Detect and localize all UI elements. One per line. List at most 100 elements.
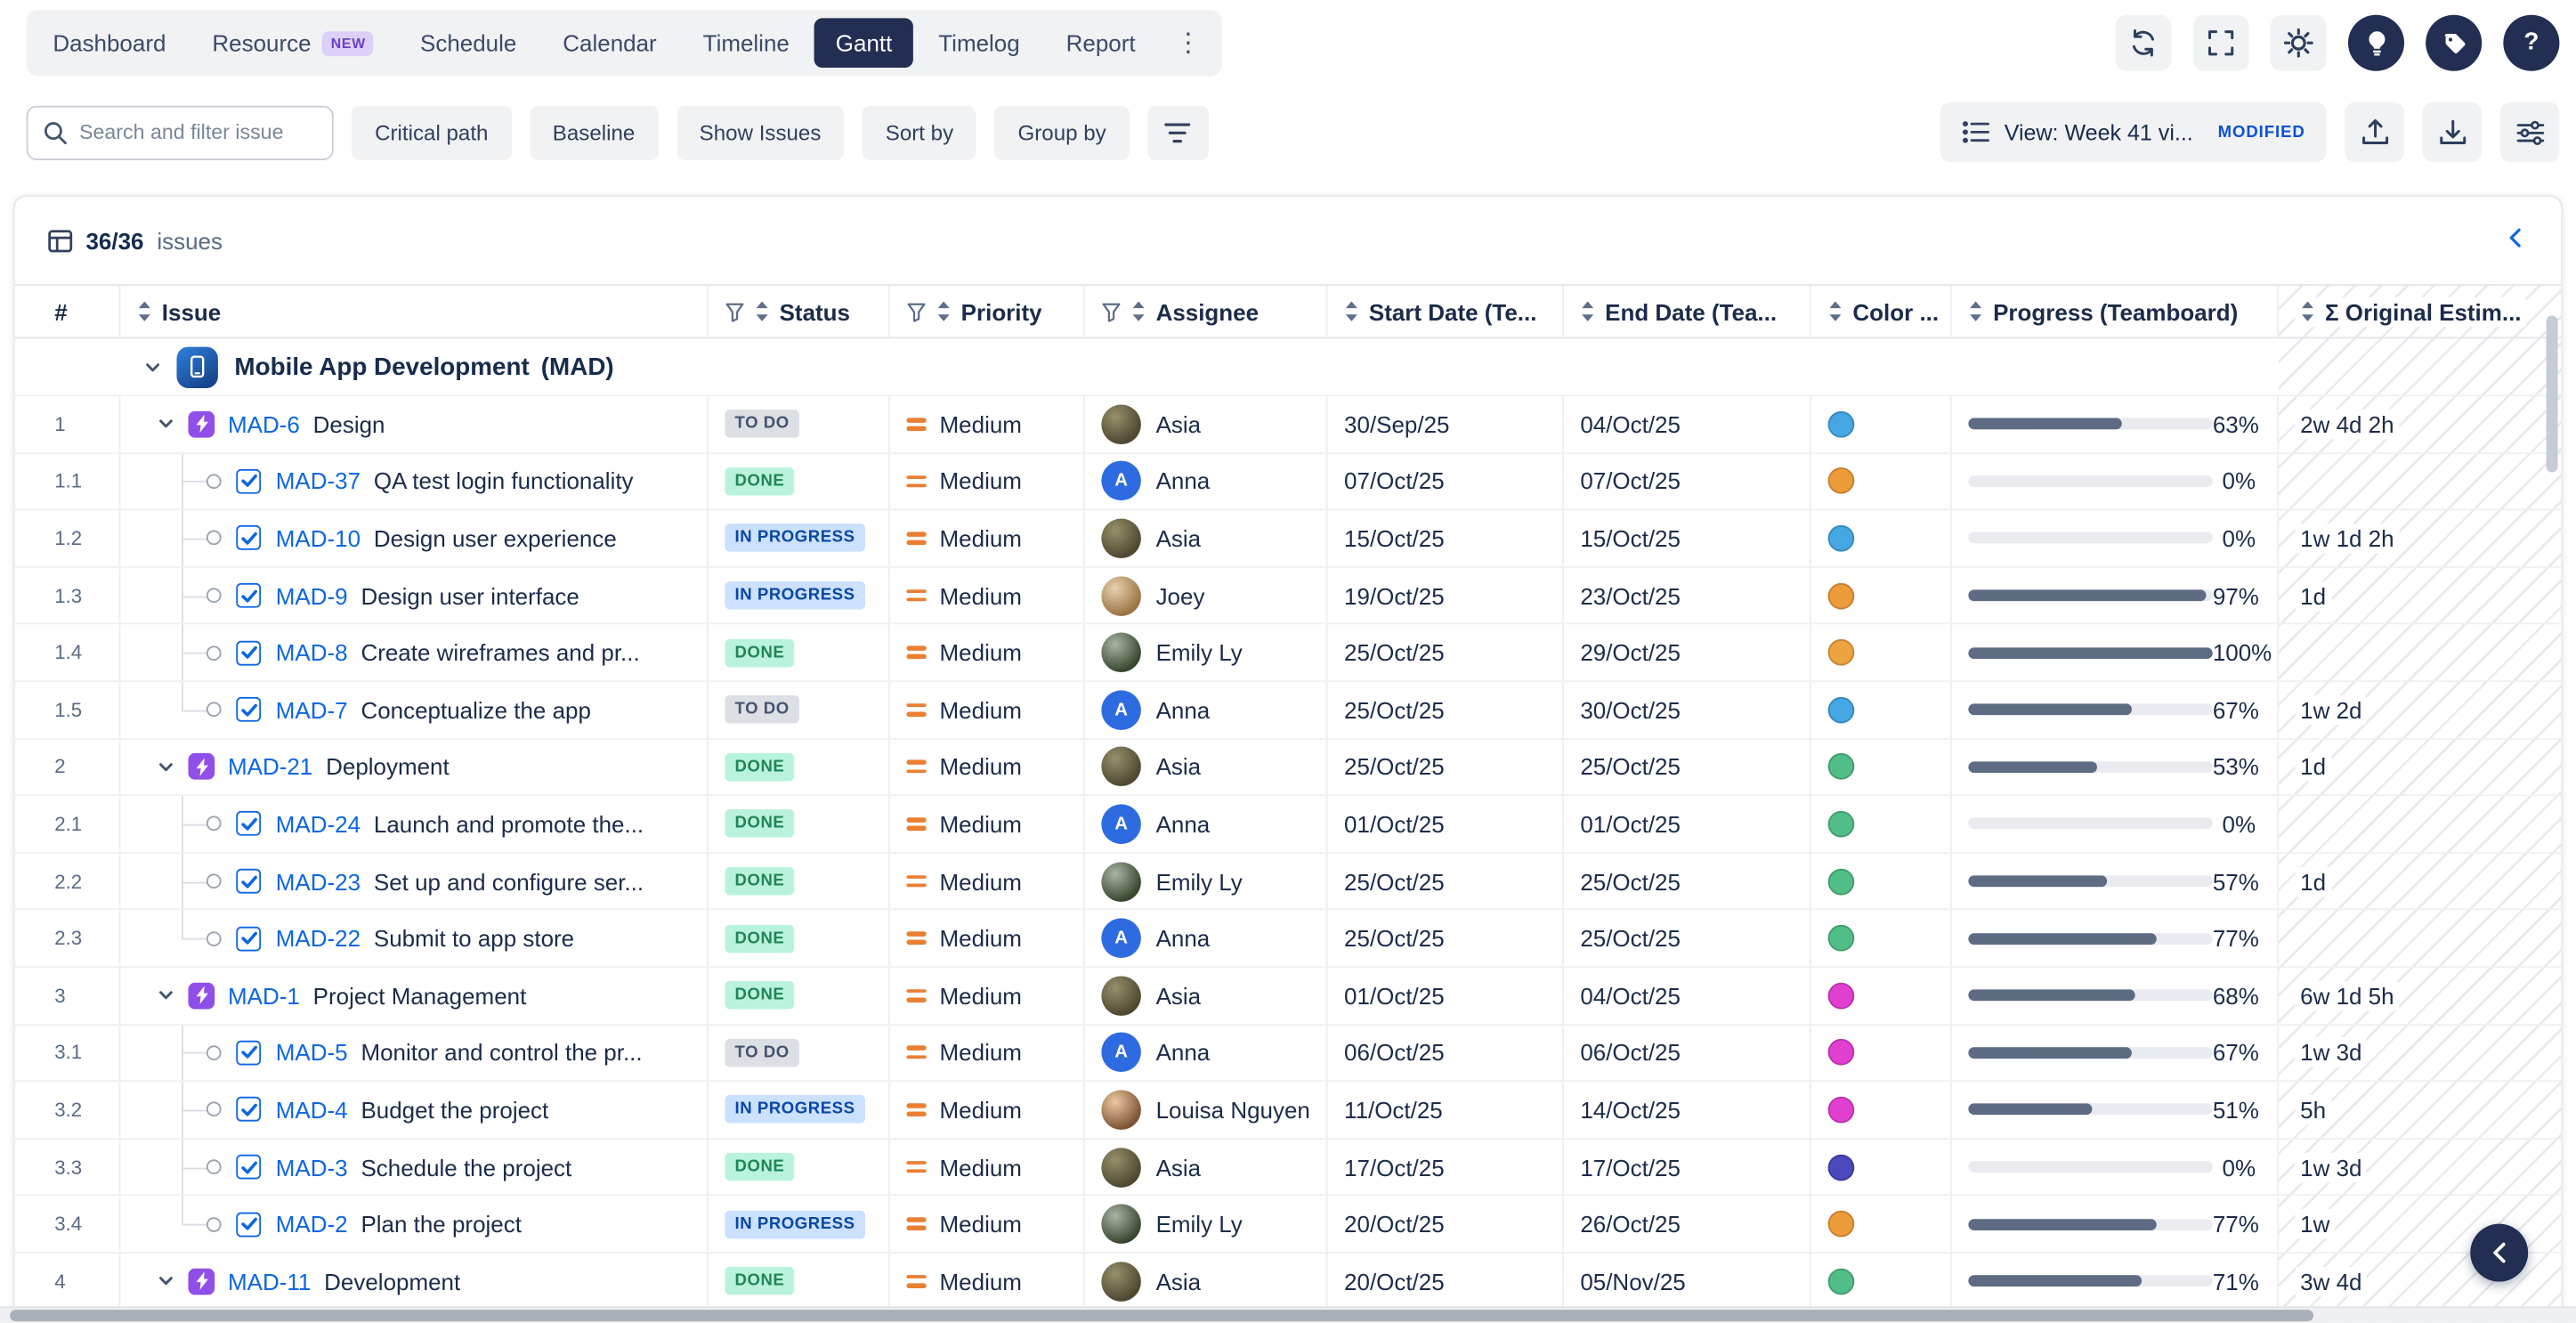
issue-row[interactable]: 1MAD-6DesignTO DOMediumAsia30/Sep/2504/O… [15,396,2562,453]
issue-row[interactable]: 1.5MAD-7Conceptualize the appTO DOMedium… [15,682,2562,739]
color-dot[interactable] [1828,868,1855,895]
color-dot[interactable] [1828,411,1855,438]
group-collapse-chevron-icon[interactable] [143,358,161,376]
issue-row[interactable]: 3.2MAD-4Budget the projectIN PROGRESSMed… [15,1082,2562,1139]
sort-icon[interactable] [1344,301,1359,322]
issue-key-link[interactable]: MAD-2 [276,1211,348,1238]
issue-key-link[interactable]: MAD-10 [276,525,360,552]
filter-button[interactable] [1147,105,1209,159]
expand-chevron-icon[interactable] [157,758,174,775]
nav-tab-gantt[interactable]: Gantt [814,18,914,68]
panel-collapse-button[interactable] [2501,222,2528,260]
vertical-scrollbar-thumb[interactable] [2547,315,2558,472]
issue-key-link[interactable]: MAD-4 [276,1097,348,1124]
color-dot[interactable] [1828,1211,1855,1238]
project-group-row[interactable]: Mobile App Development (MAD) [15,338,2562,396]
sort-icon[interactable] [936,301,952,322]
nav-tab-timeline[interactable]: Timeline [682,18,811,68]
issue-key-link[interactable]: MAD-7 [276,696,348,723]
issue-key-link[interactable]: MAD-24 [276,811,360,838]
search-box[interactable] [27,105,334,159]
sliders-button[interactable] [2500,102,2560,162]
group-by-button[interactable]: Group by [995,105,1130,159]
issue-row[interactable]: 3.1MAD-5Monitor and control the pr...TO … [15,1025,2562,1082]
sort-icon[interactable] [755,301,770,322]
color-dot[interactable] [1828,582,1855,609]
issue-row[interactable]: 3.4MAD-2Plan the projectIN PROGRESSMediu… [15,1197,2562,1254]
critical-path-button[interactable]: Critical path [352,105,511,159]
view-selector-button[interactable]: View: Week 41 vi... MODIFIED [1940,102,2326,162]
nav-tab-calendar[interactable]: Calendar [541,18,678,68]
nav-tab-dashboard[interactable]: Dashboard [31,18,187,68]
tag-button[interactable] [2426,15,2482,71]
issue-key-link[interactable]: MAD-11 [228,1268,311,1295]
horizontal-scrollbar-thumb[interactable] [10,1310,2313,1321]
issue-key-link[interactable]: MAD-21 [228,754,312,781]
color-dot[interactable] [1828,1097,1855,1124]
color-dot[interactable] [1828,1154,1855,1181]
issue-row[interactable]: 1.4MAD-8Create wireframes and pr...DONEM… [15,625,2562,682]
color-dot[interactable] [1828,982,1855,1009]
issue-row[interactable]: 1.2MAD-10Design user experienceIN PROGRE… [15,511,2562,568]
sort-by-button[interactable]: Sort by [863,105,976,159]
color-dot[interactable] [1828,696,1855,723]
issue-row[interactable]: 3MAD-1Project ManagementDONEMediumAsia01… [15,968,2562,1025]
nav-tab-schedule[interactable]: Schedule [399,18,539,68]
nav-tab-report[interactable]: Report [1045,18,1157,68]
expand-chevron-icon[interactable] [157,986,174,1004]
color-dot[interactable] [1828,754,1855,781]
baseline-button[interactable]: Baseline [530,105,658,159]
issue-row[interactable]: 4MAD-11DevelopmentDONEMediumAsia20/Oct/2… [15,1254,2562,1311]
color-dot[interactable] [1828,925,1855,952]
sort-icon[interactable] [2300,301,2315,322]
filter-icon[interactable] [906,302,926,321]
sort-icon[interactable] [1131,301,1146,322]
issue-key-link[interactable]: MAD-3 [276,1154,348,1181]
nav-tab-timelog[interactable]: Timelog [917,18,1041,68]
horizontal-scrollbar[interactable] [0,1306,2576,1323]
expand-chevron-icon[interactable] [157,1272,174,1290]
issue-key-link[interactable]: MAD-22 [276,925,360,952]
lightbulb-button[interactable] [2348,15,2404,71]
issue-row[interactable]: 1.1MAD-37QA test login functionalityDONE… [15,453,2562,510]
sort-icon[interactable] [1580,301,1595,322]
expand-chevron-icon[interactable] [157,415,174,433]
color-dot[interactable] [1828,468,1855,495]
help-button[interactable]: ? [2503,15,2559,71]
download-button[interactable] [2422,102,2482,162]
search-input[interactable] [79,120,317,143]
fullscreen-button[interactable] [2193,15,2249,71]
gear-button[interactable] [2271,15,2327,71]
sort-icon[interactable] [1828,301,1843,322]
show-issues-button[interactable]: Show Issues [676,105,845,159]
issue-row[interactable]: 2.1MAD-24Launch and promote the...DONEMe… [15,796,2562,853]
issue-key-link[interactable]: MAD-8 [276,639,348,666]
issue-row[interactable]: 3.3MAD-3Schedule the projectDONEMediumAs… [15,1139,2562,1196]
issue-key-link[interactable]: MAD-6 [228,411,300,438]
issue-row[interactable]: 2.2MAD-23Set up and configure ser...DONE… [15,854,2562,911]
vertical-scrollbar[interactable] [2545,289,2560,1300]
sort-icon[interactable] [137,301,152,322]
issue-row[interactable]: 2.3MAD-22Submit to app storeDONEMediumAA… [15,911,2562,968]
nav-tab-more[interactable]: ⋮ [1160,15,1216,71]
color-dot[interactable] [1828,1268,1855,1295]
issue-key-link[interactable]: MAD-5 [276,1039,348,1066]
filter-icon[interactable] [1101,302,1121,321]
nav-tab-resource[interactable]: ResourceNEW [190,18,395,68]
upload-button[interactable] [2345,102,2404,162]
issue-key-link[interactable]: MAD-9 [276,582,348,609]
issue-key-link[interactable]: MAD-1 [228,982,300,1009]
issue-key-link[interactable]: MAD-37 [276,468,360,495]
issue-key-link[interactable]: MAD-23 [276,868,360,895]
color-dot[interactable] [1828,1039,1855,1066]
sync-button[interactable] [2115,15,2171,71]
color-dot[interactable] [1828,639,1855,666]
filter-icon[interactable] [725,302,744,321]
issue-row[interactable]: 1.3MAD-9Design user interfaceIN PROGRESS… [15,568,2562,625]
color-dot[interactable] [1828,811,1855,838]
sort-icon[interactable] [1968,301,1983,322]
progress-percent: 97% [2213,582,2259,609]
issue-row[interactable]: 2MAD-21DeploymentDONEMediumAsia25/Oct/25… [15,739,2562,796]
collapse-gantt-button[interactable] [2470,1224,2528,1282]
color-dot[interactable] [1828,525,1855,552]
